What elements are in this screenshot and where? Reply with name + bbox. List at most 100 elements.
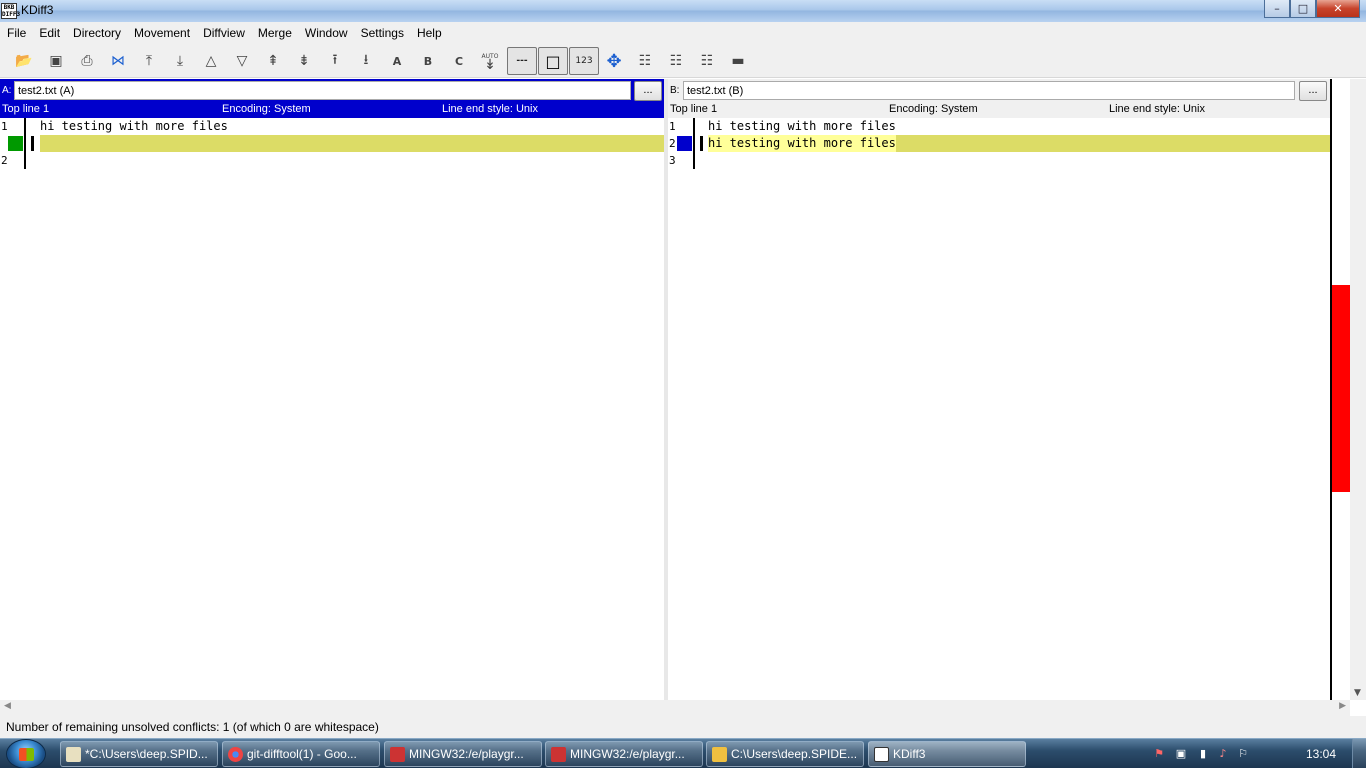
folder-icon xyxy=(712,747,727,762)
line-numbers-button[interactable]: 123 xyxy=(569,47,599,75)
menu-help[interactable]: Help xyxy=(410,22,448,44)
window-b-icon[interactable]: ☷ xyxy=(662,48,690,74)
toolbar: 📂 ▣ ⎙ ⋈ ⤒ ⤓ △ ▽ ⇞ ⇟ ⭱ ⭳ A B C AUTO ↡ ---… xyxy=(0,44,1366,78)
menu-settings[interactable]: Settings xyxy=(354,22,410,44)
delta-marker xyxy=(8,136,23,151)
task-notepad[interactable]: *C:\Users\deep.SPID... xyxy=(60,741,218,767)
delta-marker xyxy=(677,136,692,151)
line-number: 2 xyxy=(669,137,676,150)
line-number: 3 xyxy=(669,154,676,167)
select-a-icon[interactable]: A xyxy=(383,48,411,74)
prev-conflict-icon[interactable]: ⇞ xyxy=(259,48,287,74)
windows-logo-icon xyxy=(19,748,34,761)
select-b-icon[interactable]: B xyxy=(414,48,442,74)
taskbar: *C:\Users\deep.SPID... git-difftool(1) -… xyxy=(0,738,1366,768)
next-conflict-icon[interactable]: ⇟ xyxy=(290,48,318,74)
prev-unsolved-icon[interactable]: ⭱ xyxy=(321,48,349,74)
close-button[interactable]: ✕ xyxy=(1316,0,1360,18)
save-icon[interactable]: ▣ xyxy=(42,48,70,74)
line-number: 1 xyxy=(1,120,8,133)
print-icon[interactable]: ⎙ xyxy=(73,48,101,74)
task-label: git-difftool(1) - Goo... xyxy=(247,747,357,761)
browse-b-button[interactable]: ... xyxy=(1299,81,1327,101)
power-icon[interactable]: ▣ xyxy=(1174,747,1188,761)
window-controls: – □ ✕ xyxy=(1264,0,1360,18)
diff-line: 1 hi testing with more files xyxy=(668,118,1330,135)
open-folder-icon[interactable]: 📂 xyxy=(10,48,38,74)
scroll-down-icon[interactable]: ▼ xyxy=(1354,688,1361,698)
encoding-b: Encoding: System xyxy=(889,103,978,115)
move-icon[interactable]: ✥ xyxy=(600,48,628,74)
diff-line: 1 hi testing with more files xyxy=(0,118,664,135)
select-c-icon[interactable]: C xyxy=(445,48,473,74)
title-bar: BKB DIFF3 KDiff3 – □ ✕ xyxy=(0,0,1366,22)
show-whitespace-button[interactable]: --- xyxy=(507,47,537,75)
kdiff3-icon xyxy=(874,747,889,762)
task-git-bash-2[interactable]: MINGW32:/e/playgr... xyxy=(545,741,703,767)
show-whitespace-chars-icon: □ xyxy=(545,51,561,71)
auto-arrow-icon: ↡ xyxy=(484,57,496,73)
kdiff3-app-icon[interactable]: BKB DIFF3 xyxy=(1,3,20,19)
info-bar-a: Top line 1 Encoding: System Line end sty… xyxy=(0,101,664,118)
encoding-a: Encoding: System xyxy=(222,103,311,115)
task-label: MINGW32:/e/playgr... xyxy=(570,747,685,761)
menu-merge[interactable]: Merge xyxy=(251,22,298,44)
start-button[interactable] xyxy=(6,739,46,768)
line-numbers-icon: 123 xyxy=(575,56,593,66)
diff-pane-a[interactable]: 1 hi testing with more files 2 xyxy=(0,118,664,700)
line-number: 1 xyxy=(669,120,676,133)
git-bash-icon xyxy=(390,747,405,762)
menu-edit[interactable]: Edit xyxy=(32,22,66,44)
diff-overview[interactable] xyxy=(1330,79,1350,700)
go-bottom-icon[interactable]: ⤓ xyxy=(166,48,194,74)
hide-icon[interactable]: ▬ xyxy=(724,48,752,74)
chrome-icon xyxy=(228,747,243,762)
line-text: hi testing with more files xyxy=(40,119,228,133)
menu-diffview[interactable]: Diffview xyxy=(196,22,251,44)
file-a-input[interactable] xyxy=(14,81,631,100)
scroll-right-icon[interactable]: ▶ xyxy=(1339,701,1346,711)
menu-file[interactable]: File xyxy=(0,22,32,44)
split-merge-icon[interactable]: ⋈ xyxy=(104,48,132,74)
clock[interactable]: 13:04 xyxy=(1202,739,1336,768)
task-label: *C:\Users\deep.SPID... xyxy=(85,747,208,761)
browse-a-button[interactable]: ... xyxy=(634,81,662,101)
task-git-bash-1[interactable]: MINGW32:/e/playgr... xyxy=(384,741,542,767)
next-unsolved-icon[interactable]: ⭳ xyxy=(352,48,380,74)
show-whitespace-chars-button[interactable]: □ xyxy=(538,47,568,75)
file-header-a: A: ... xyxy=(0,79,664,101)
next-delta-icon[interactable]: ▽ xyxy=(228,48,256,74)
system-tray: ⚑ ▣ ▮ ♪ ⚐ 13:04 xyxy=(1136,739,1366,768)
conflict-overview-marker xyxy=(1332,285,1350,492)
task-chrome[interactable]: git-difftool(1) - Goo... xyxy=(222,741,380,767)
top-line-b: Top line 1 xyxy=(670,103,718,115)
diff-pane-b[interactable]: 1 hi testing with more files 2 hi testin… xyxy=(668,118,1330,700)
task-explorer[interactable]: C:\Users\deep.SPIDE... xyxy=(706,741,864,767)
scroll-left-icon[interactable]: ◀ xyxy=(4,701,11,711)
task-label: MINGW32:/e/playgr... xyxy=(409,747,524,761)
menu-bar: File Edit Directory Movement Diffview Me… xyxy=(0,22,1366,44)
git-bash-icon xyxy=(551,747,566,762)
diff-line: 2 xyxy=(0,152,664,169)
task-kdiff3[interactable]: KDiff3 xyxy=(868,741,1026,767)
window-a-icon[interactable]: ☷ xyxy=(631,48,659,74)
menu-window[interactable]: Window xyxy=(298,22,354,44)
vertical-scrollbar[interactable]: ▼ xyxy=(1350,79,1366,700)
file-b-input[interactable] xyxy=(683,81,1295,100)
show-desktop-button[interactable] xyxy=(1352,739,1366,768)
menu-directory[interactable]: Directory xyxy=(66,22,127,44)
go-top-icon[interactable]: ⤒ xyxy=(135,48,163,74)
diff-highlight xyxy=(40,135,664,152)
auto-advance-icon[interactable]: AUTO ↡ xyxy=(476,48,504,74)
line-text: hi testing with more files xyxy=(708,135,896,152)
network-warning-icon[interactable]: ⚑ xyxy=(1152,747,1166,761)
file-header-b: B: ... xyxy=(668,79,1330,101)
pane-b-prefix: B: xyxy=(670,85,680,96)
minimize-button[interactable]: – xyxy=(1264,0,1290,18)
menu-movement[interactable]: Movement xyxy=(127,22,196,44)
prev-delta-icon[interactable]: △ xyxy=(197,48,225,74)
info-bar-b: Top line 1 Encoding: System Line end sty… xyxy=(668,101,1330,118)
maximize-button[interactable]: □ xyxy=(1290,0,1316,18)
window-c-icon[interactable]: ☷ xyxy=(693,48,721,74)
horizontal-scrollbar[interactable]: ◀ ▶ xyxy=(0,700,1350,716)
